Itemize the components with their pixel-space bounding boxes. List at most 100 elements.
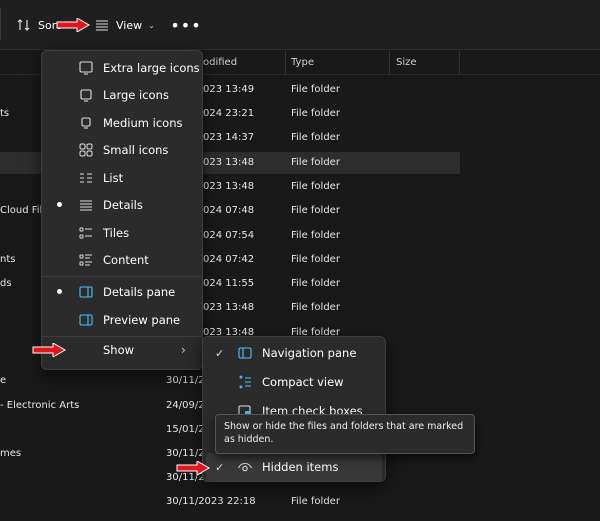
selected-dot-icon bbox=[57, 289, 62, 294]
submenu-item-label: Navigation pane bbox=[262, 346, 357, 360]
view-menu: Extra large icons Large icons Medium ico… bbox=[41, 50, 203, 370]
row-name: e bbox=[0, 375, 7, 386]
row-name: mes bbox=[0, 448, 22, 459]
menu-item-label: Preview pane bbox=[103, 312, 181, 327]
row-date: 024 07:54 bbox=[203, 230, 255, 241]
row-name: nts bbox=[0, 254, 16, 265]
row-type: File folder bbox=[291, 205, 340, 216]
tiles-icon bbox=[79, 227, 92, 238]
more-options-button[interactable]: ••• bbox=[170, 12, 200, 38]
submenu-item-label: Compact view bbox=[262, 375, 344, 389]
menu-item-label: Large icons bbox=[103, 87, 169, 102]
row-type: File folder bbox=[291, 84, 340, 95]
menu-item-content[interactable]: Content bbox=[42, 246, 202, 273]
menu-item-large-icons[interactable]: Large icons bbox=[42, 81, 202, 108]
navigation-pane-icon bbox=[238, 347, 252, 359]
row-date: 24/09/2 bbox=[166, 400, 205, 411]
menu-item-label: Medium icons bbox=[103, 115, 183, 130]
menu-item-show[interactable]: Show › bbox=[42, 336, 202, 363]
red-arrow-annotation bbox=[176, 461, 210, 475]
row-date: 023 14:37 bbox=[203, 132, 255, 143]
row-date: 024 07:48 bbox=[203, 205, 255, 216]
row-date: 023 13:48 bbox=[203, 302, 255, 313]
column-divider[interactable] bbox=[285, 51, 286, 75]
column-divider[interactable] bbox=[459, 51, 460, 75]
row-date: 15/01/2 bbox=[166, 424, 205, 435]
menu-separator bbox=[42, 276, 202, 277]
menu-item-list[interactable]: List bbox=[42, 164, 202, 191]
check-icon: ✓ bbox=[215, 346, 225, 360]
row-type: File folder bbox=[291, 254, 340, 265]
chevron-right-icon: › bbox=[181, 342, 186, 357]
row-date: 023 13:48 bbox=[203, 181, 255, 192]
row-date: 024 11:55 bbox=[203, 278, 255, 289]
menu-item-medium-icons[interactable]: Medium icons bbox=[42, 109, 202, 136]
menu-item-label: Details pane bbox=[103, 284, 176, 299]
menu-item-details[interactable]: Details bbox=[42, 191, 202, 218]
command-bar: Sort View ⌄ ••• bbox=[0, 0, 600, 50]
preview-pane-icon bbox=[79, 313, 93, 326]
compact-view-icon bbox=[239, 375, 251, 389]
menu-item-label: List bbox=[103, 170, 124, 185]
row-type: File folder bbox=[291, 302, 340, 313]
row-type: File folder bbox=[291, 278, 340, 289]
red-arrow-annotation bbox=[56, 18, 90, 32]
monitor-medium-icon bbox=[81, 116, 91, 129]
red-arrow-annotation bbox=[32, 343, 66, 357]
menu-item-label: Extra large icons bbox=[103, 60, 200, 75]
row-type: File folder bbox=[291, 157, 340, 168]
row-type: File folder bbox=[291, 181, 340, 192]
row-type: File folder bbox=[291, 230, 340, 241]
monitor-icon bbox=[80, 88, 92, 102]
small-grid-icon bbox=[79, 143, 93, 156]
check-icon: ✓ bbox=[215, 460, 225, 474]
selected-dot-icon bbox=[57, 202, 62, 207]
submenu-item-label: Hidden items bbox=[262, 460, 339, 474]
chevron-down-icon: ⌄ bbox=[148, 20, 155, 30]
row-type: File folder bbox=[291, 108, 340, 119]
row-name: - Electronic Arts bbox=[0, 400, 80, 411]
menu-item-label: Details bbox=[103, 197, 143, 212]
row-date: 30/11/2023 22:18 bbox=[166, 496, 256, 507]
table-row[interactable]: 30/11/2023 22:18 File folder bbox=[0, 491, 460, 513]
menu-item-extra-large-icons[interactable]: Extra large icons bbox=[42, 54, 202, 81]
column-size[interactable]: Size bbox=[396, 57, 417, 68]
submenu-item-navigation-pane[interactable]: ✓ Navigation pane bbox=[203, 339, 385, 367]
row-date: 30/11/2 bbox=[166, 448, 205, 459]
menu-item-label: Show bbox=[103, 342, 135, 357]
details-pane-icon bbox=[79, 285, 93, 298]
row-name: ds bbox=[0, 278, 12, 289]
view-icon bbox=[96, 20, 108, 31]
column-modified[interactable]: odified bbox=[203, 57, 237, 68]
menu-item-tiles[interactable]: Tiles bbox=[42, 219, 202, 246]
submenu-item-compact-view[interactable]: Compact view bbox=[203, 368, 385, 396]
menu-item-preview-pane[interactable]: Preview pane bbox=[42, 306, 202, 333]
details-icon bbox=[80, 199, 92, 211]
toolbar-separator bbox=[0, 8, 1, 40]
menu-item-details-pane[interactable]: Details pane bbox=[42, 278, 202, 305]
view-button[interactable]: View ⌄ bbox=[94, 12, 155, 38]
row-type: File folder bbox=[291, 496, 340, 507]
row-date: 024 23:21 bbox=[203, 108, 255, 119]
sort-button[interactable]: Sort bbox=[16, 12, 61, 38]
list-icon bbox=[80, 172, 92, 183]
ellipsis-icon: ••• bbox=[170, 15, 202, 35]
eye-icon bbox=[237, 462, 253, 472]
column-divider[interactable] bbox=[389, 51, 390, 75]
row-name: ts bbox=[0, 108, 10, 119]
row-date: 023 13:48 bbox=[203, 157, 255, 168]
row-date: 024 07:42 bbox=[203, 254, 255, 265]
show-submenu: ✓ Navigation pane Compact view Item chec… bbox=[202, 336, 386, 482]
menu-item-label: Small icons bbox=[103, 142, 169, 157]
menu-item-label: Tiles bbox=[103, 225, 130, 240]
row-date: 023 13:49 bbox=[203, 84, 255, 95]
row-date: 30/11/2 bbox=[166, 375, 205, 386]
sort-icon bbox=[17, 19, 30, 31]
view-label: View bbox=[116, 18, 143, 32]
content-icon bbox=[79, 254, 92, 265]
submenu-item-hidden-items[interactable]: ✓ Hidden items bbox=[206, 453, 382, 481]
column-type[interactable]: Type bbox=[291, 57, 314, 68]
menu-item-small-icons[interactable]: Small icons bbox=[42, 136, 202, 163]
hidden-items-tooltip: Show or hide the files and folders that … bbox=[215, 414, 475, 454]
monitor-large-icon bbox=[79, 60, 93, 75]
